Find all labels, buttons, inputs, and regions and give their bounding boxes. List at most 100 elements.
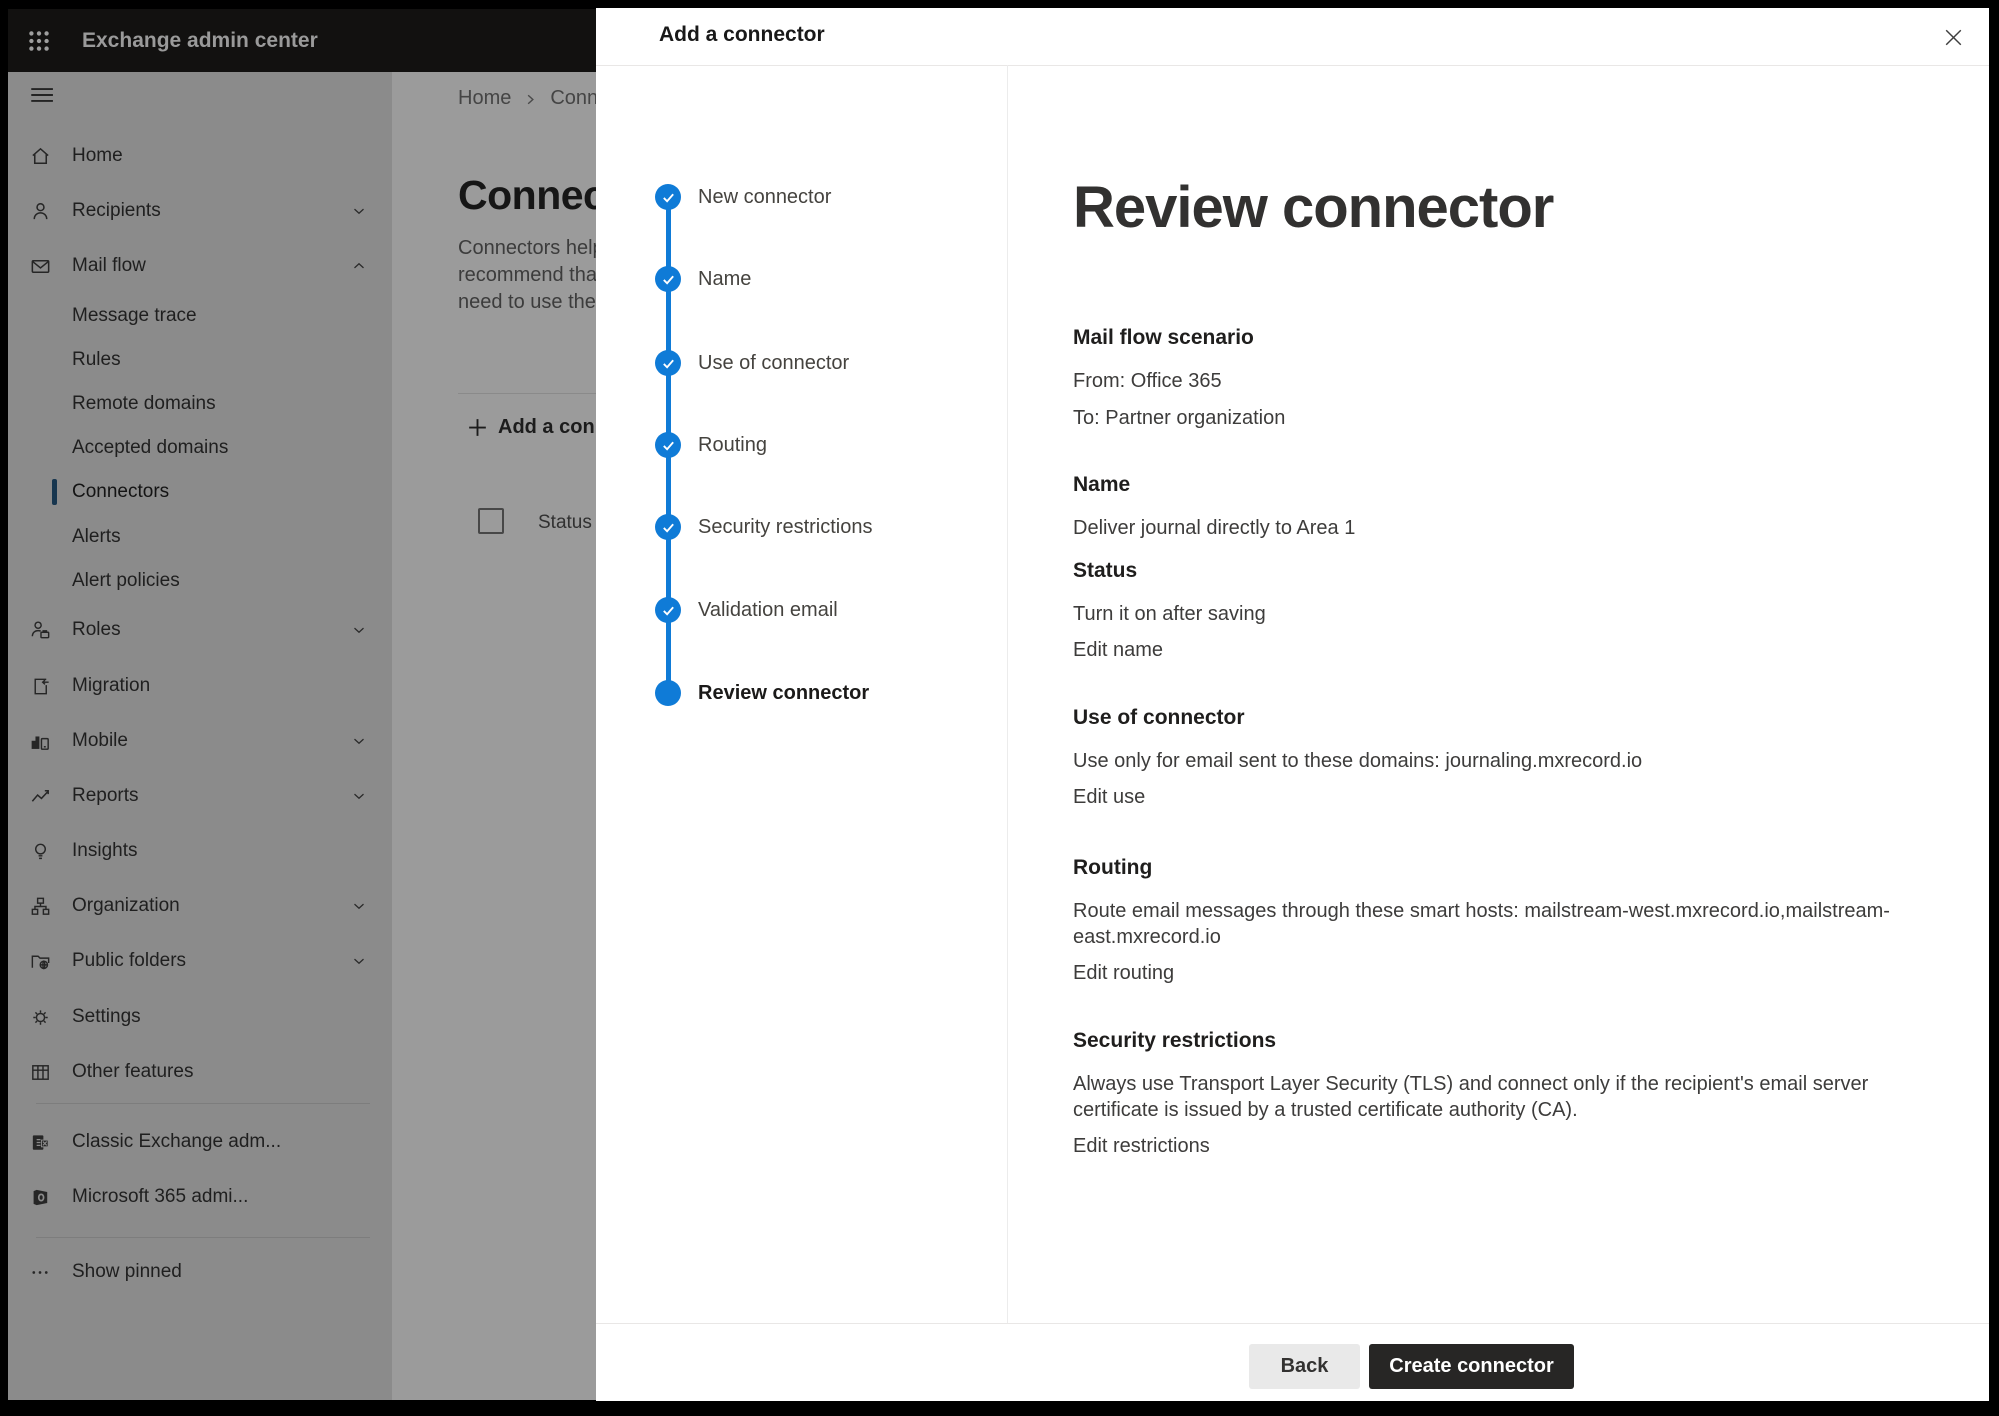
sidebar-item-reports[interactable]: Reports <box>8 776 392 816</box>
section-line: east.mxrecord.io <box>1073 924 1953 950</box>
step-routing[interactable]: Routing <box>596 432 1007 458</box>
step-new-connector[interactable]: New connector <box>596 184 1007 210</box>
sidebar-item-settings[interactable]: Settings <box>8 997 392 1037</box>
section-name: Name Deliver journal directly to Area 1 <box>1073 472 1953 541</box>
step-use-of-connector[interactable]: Use of connector <box>596 350 1007 376</box>
sidebar-item-accepted-domains[interactable]: Accepted domains <box>8 428 392 468</box>
hamburger-icon[interactable] <box>28 82 54 108</box>
dialog-footer: Back Create connector <box>596 1323 1989 1401</box>
mail-icon <box>28 254 52 278</box>
section-line: Use only for email sent to these domains… <box>1073 748 1953 774</box>
back-button[interactable]: Back <box>1249 1344 1360 1389</box>
dialog-title: Add a connector <box>659 23 825 47</box>
step-review-connector[interactable]: Review connector <box>596 680 1007 706</box>
sidebar-item-public-folders[interactable]: Public folders <box>8 941 392 981</box>
sidebar-item-message-trace[interactable]: Message trace <box>8 296 392 336</box>
chevron-right-icon <box>523 92 538 107</box>
sidebar-item-classic-exchange[interactable]: Classic Exchange adm... <box>8 1122 392 1162</box>
migration-icon <box>28 674 52 698</box>
step-check-icon <box>655 597 681 623</box>
step-check-icon <box>655 350 681 376</box>
add-connector-dialog: Add a connector New connector Name Use o… <box>596 8 1989 1400</box>
sidebar-item-home[interactable]: Home <box>8 136 392 176</box>
gear-icon <box>28 1005 52 1029</box>
sidebar-divider <box>36 1103 370 1104</box>
sidebar-item-roles[interactable]: Roles <box>8 610 392 650</box>
sidebar-item-rules[interactable]: Rules <box>8 340 392 380</box>
selected-indicator <box>52 479 57 505</box>
wizard-steps-pane: New connector Name Use of connector Rout… <box>596 65 1008 1323</box>
section-line: Always use Transport Layer Security (TLS… <box>1073 1071 1953 1097</box>
section-security-restrictions: Security restrictions Always use Transpo… <box>1073 1028 1953 1159</box>
table-grid-icon <box>28 1060 52 1084</box>
app-title: Exchange admin center <box>82 29 318 53</box>
step-check-icon <box>655 432 681 458</box>
step-current-dot <box>655 680 681 706</box>
microsoft-365-icon <box>28 1185 52 1209</box>
app-launcher-icon[interactable] <box>26 28 52 54</box>
dialog-header: Add a connector <box>596 8 1989 66</box>
chevron-down-icon[interactable] <box>350 621 368 639</box>
select-all-checkbox[interactable] <box>478 508 504 534</box>
classic-exchange-icon <box>28 1130 52 1154</box>
sidebar-item-mail-flow[interactable]: Mail flow <box>8 246 392 286</box>
sidebar-item-remote-domains[interactable]: Remote domains <box>8 384 392 424</box>
page-title: Connec <box>458 172 605 219</box>
plus-icon <box>465 415 490 440</box>
page-description: Connectors help recommend that need to u… <box>458 235 604 316</box>
sidebar-item-show-pinned[interactable]: Show pinned <box>8 1252 392 1292</box>
sidebar-item-alerts[interactable]: Alerts <box>8 517 392 557</box>
chevron-down-icon[interactable] <box>350 952 368 970</box>
review-heading: Review connector <box>1073 176 1553 240</box>
step-name[interactable]: Name <box>596 266 1007 292</box>
sidebar-item-connectors[interactable]: Connectors <box>8 472 392 512</box>
breadcrumb-home[interactable]: Home <box>458 85 511 111</box>
edit-use-link[interactable]: Edit use <box>1073 784 1145 810</box>
roles-icon <box>28 618 52 642</box>
chevron-down-icon[interactable] <box>350 787 368 805</box>
create-connector-button[interactable]: Create connector <box>1369 1344 1574 1389</box>
step-check-icon <box>655 266 681 292</box>
sidebar-item-mobile[interactable]: Mobile <box>8 721 392 761</box>
step-security-restrictions[interactable]: Security restrictions <box>596 514 1007 540</box>
section-mail-flow-scenario: Mail flow scenario From: Office 365 To: … <box>1073 325 1953 431</box>
section-title: Name <box>1073 472 1953 498</box>
edit-routing-link[interactable]: Edit routing <box>1073 960 1174 986</box>
section-status: Status Turn it on after saving Edit name <box>1073 558 1953 663</box>
section-title: Status <box>1073 558 1953 584</box>
step-check-icon <box>655 514 681 540</box>
edit-restrictions-link[interactable]: Edit restrictions <box>1073 1133 1210 1159</box>
chevron-down-icon[interactable] <box>350 732 368 750</box>
status-column-header: Status <box>538 510 592 536</box>
edit-name-link[interactable]: Edit name <box>1073 637 1163 663</box>
section-line: certificate is issued by a trusted certi… <box>1073 1097 1953 1123</box>
sidebar-item-recipients[interactable]: Recipients <box>8 191 392 231</box>
chevron-up-icon[interactable] <box>350 257 368 275</box>
close-icon[interactable] <box>1936 20 1970 54</box>
section-title: Use of connector <box>1073 705 1953 731</box>
sidebar-item-organization[interactable]: Organization <box>8 886 392 926</box>
sidebar-item-insights[interactable]: Insights <box>8 831 392 871</box>
section-routing: Routing Route email messages through the… <box>1073 855 1953 986</box>
add-connector-button[interactable]: Add a conn <box>465 412 607 442</box>
mobile-icon <box>28 729 52 753</box>
sidebar-item-alert-policies[interactable]: Alert policies <box>8 561 392 601</box>
sidebar-item-other-features[interactable]: Other features <box>8 1052 392 1092</box>
section-title: Mail flow scenario <box>1073 325 1953 351</box>
section-line: From: Office 365 <box>1073 368 1953 394</box>
chevron-down-icon[interactable] <box>350 202 368 220</box>
section-use-of-connector: Use of connector Use only for email sent… <box>1073 705 1953 810</box>
line-chart-icon <box>28 784 52 808</box>
section-line: Route email messages through these smart… <box>1073 898 1953 924</box>
org-chart-icon <box>28 894 52 918</box>
section-title: Routing <box>1073 855 1953 881</box>
chevron-down-icon[interactable] <box>350 897 368 915</box>
screen: Exchange admin center Home Recipients Ma… <box>0 0 1999 1416</box>
step-validation-email[interactable]: Validation email <box>596 597 1007 623</box>
ellipsis-icon <box>28 1260 52 1284</box>
folder-globe-icon <box>28 949 52 973</box>
left-nav: Home Recipients Mail flow Message trace … <box>8 72 392 1400</box>
sidebar-item-m365-admin[interactable]: Microsoft 365 admi... <box>8 1177 392 1217</box>
section-line: To: Partner organization <box>1073 405 1953 431</box>
sidebar-item-migration[interactable]: Migration <box>8 666 392 706</box>
